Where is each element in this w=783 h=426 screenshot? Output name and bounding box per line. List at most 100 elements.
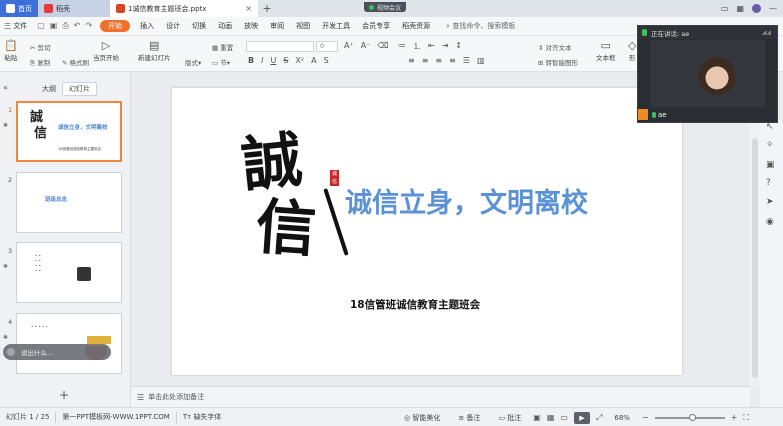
- location-icon[interactable]: ◉: [766, 217, 774, 227]
- sorter-view-icon[interactable]: ▦: [547, 413, 555, 422]
- save-icon[interactable]: ▣: [50, 21, 58, 31]
- align-center-icon[interactable]: ≡: [422, 56, 429, 65]
- font-name-select[interactable]: [246, 41, 314, 52]
- menu-design[interactable]: 设计: [160, 21, 186, 31]
- tab-home[interactable]: 首页: [0, 0, 38, 17]
- menu-animation[interactable]: 动画: [212, 21, 238, 31]
- cut-button[interactable]: ✂ 剪切: [30, 42, 51, 52]
- shape-button[interactable]: ◇ 形: [628, 39, 636, 62]
- comments-toggle[interactable]: ▭ 批注: [492, 413, 527, 423]
- file-menu[interactable]: 三 文件: [0, 21, 33, 31]
- window-layout-icon[interactable]: ▭: [721, 4, 729, 13]
- menu-view[interactable]: 视图: [290, 21, 316, 31]
- zoom-slider-handle[interactable]: [688, 413, 696, 421]
- normal-view-icon[interactable]: ▣: [533, 413, 541, 422]
- minus-icon[interactable]: −: [642, 413, 649, 422]
- menu-docer-resources[interactable]: 稻壳资源: [396, 21, 436, 31]
- undo-icon[interactable]: ↶: [74, 21, 81, 31]
- shrink-font-icon[interactable]: A⁻: [361, 41, 371, 50]
- slide-canvas[interactable]: 誠 信 诚信 诚信立身，文明离校 18信管班诚信教育主题班会: [172, 88, 682, 375]
- missing-font-button[interactable]: Tт 缺失字体: [177, 412, 228, 422]
- strikethrough-icon[interactable]: S: [283, 56, 288, 65]
- slide-thumbnail[interactable]: • • • • • • • •: [16, 242, 122, 303]
- columns-icon[interactable]: ▥: [477, 56, 485, 65]
- menu-developer[interactable]: 开发工具: [316, 21, 356, 31]
- cursor-icon[interactable]: ↖: [766, 122, 774, 132]
- slides-icon[interactable]: ▣: [766, 160, 775, 170]
- menu-insert[interactable]: 插入: [134, 21, 160, 31]
- font-color-icon[interactable]: A: [311, 56, 316, 65]
- slide-number: 3: [8, 247, 13, 255]
- format-painter-button[interactable]: ✎ 格式刷: [62, 57, 89, 67]
- speaker-hint-bubble[interactable]: 说出什么...: [3, 344, 111, 360]
- slide-title[interactable]: 诚信立身，文明离校: [345, 181, 588, 220]
- help-icon[interactable]: ?: [766, 178, 771, 188]
- plus-icon[interactable]: +: [731, 413, 738, 422]
- clear-format-icon[interactable]: ⌫: [377, 41, 388, 50]
- copy-button[interactable]: ⎘ 复制: [30, 57, 50, 68]
- shadow-icon[interactable]: S: [324, 56, 329, 65]
- tab-outline[interactable]: 大纲: [36, 83, 62, 95]
- notes-toggle[interactable]: ≡ 备注: [452, 413, 486, 423]
- menu-transition[interactable]: 切换: [186, 21, 212, 31]
- reading-view-icon[interactable]: ▭: [560, 413, 568, 422]
- grow-font-icon[interactable]: A⁺: [344, 41, 354, 50]
- fullscreen-icon[interactable]: ⛶: [743, 413, 749, 423]
- distribute-icon[interactable]: ☰: [463, 56, 470, 65]
- play-from-current-button[interactable]: ▷ 当页开始: [93, 39, 119, 62]
- zoom-level[interactable]: 68%: [608, 414, 636, 422]
- tab-slides[interactable]: 幻灯片: [62, 82, 97, 96]
- print-icon[interactable]: ⎙: [62, 21, 68, 31]
- align-right-icon[interactable]: ≡: [435, 56, 442, 65]
- font-size-select[interactable]: 0: [316, 41, 338, 52]
- line-spacing-icon[interactable]: ↕: [455, 41, 462, 52]
- section-button[interactable]: ▭ 节▾: [212, 57, 230, 67]
- italic-icon[interactable]: I: [261, 56, 263, 65]
- play-icon[interactable]: ▶: [573, 411, 590, 424]
- convert-smartart-button[interactable]: ⊞ 转智能图形: [538, 57, 578, 67]
- command-search[interactable]: ⌕ 查找命令、搜索模板: [440, 21, 521, 31]
- grid-icon[interactable]: ▦: [736, 4, 744, 13]
- textbox-button[interactable]: ▭ 文本框: [596, 39, 616, 62]
- quick-access: ▢ ▣ ⎙ ↶ ↷: [33, 21, 96, 31]
- close-icon[interactable]: ×: [245, 4, 252, 13]
- user-avatar[interactable]: [752, 4, 761, 13]
- numbered-list-icon[interactable]: ⒈: [413, 41, 421, 52]
- indent-increase-icon[interactable]: ⇥: [442, 41, 449, 52]
- slide-thumbnail[interactable]: 班级总念: [16, 172, 122, 233]
- align-left-icon[interactable]: ≡: [408, 56, 415, 65]
- menu-slideshow[interactable]: 放映: [238, 21, 264, 31]
- pin-icon[interactable]: ✧: [766, 140, 774, 150]
- scrollbar-thumb[interactable]: [752, 138, 758, 378]
- align-text-button[interactable]: ⇕ 对齐文本: [538, 42, 572, 52]
- notes-bar[interactable]: ☰ 单击此处添加备注: [131, 386, 750, 407]
- tab-docer[interactable]: 稻壳: [38, 0, 110, 17]
- indent-decrease-icon[interactable]: ⇤: [428, 41, 435, 52]
- superscript-icon[interactable]: X²: [295, 56, 304, 65]
- slide-thumbnail[interactable]: 誠 信 诚信立身，文明离校 18信管班诚信教育主题班会: [16, 101, 122, 162]
- video-call-window[interactable]: 正在讲话: ae ◢◢ ae: [637, 25, 778, 123]
- justify-icon[interactable]: ≡: [449, 56, 456, 65]
- slide-subtitle[interactable]: 18信管班诚信教育主题班会: [350, 297, 480, 312]
- smart-beautify-button[interactable]: ◎ 智能美化: [398, 413, 446, 423]
- new-tab-button[interactable]: +: [258, 2, 276, 15]
- menu-member[interactable]: 会员专享: [356, 21, 396, 31]
- underline-icon[interactable]: U: [270, 56, 276, 65]
- send-icon[interactable]: ➤: [766, 197, 774, 207]
- meeting-indicator[interactable]: 视频会议: [364, 2, 407, 12]
- reset-button[interactable]: ▦ 重置: [212, 42, 233, 52]
- menu-review[interactable]: 审阅: [264, 21, 290, 31]
- tab-document[interactable]: 1诚信教育主题班会.pptx ×: [110, 0, 258, 17]
- paste-button[interactable]: 📋 粘贴: [4, 39, 18, 62]
- bullet-list-icon[interactable]: ≔: [398, 41, 406, 52]
- layout-button[interactable]: 版式▾: [185, 57, 201, 67]
- bold-icon[interactable]: B: [248, 56, 254, 65]
- fit-window-icon[interactable]: ⤢: [596, 413, 602, 423]
- add-slide-icon[interactable]: +: [59, 388, 69, 402]
- minimize-icon[interactable]: —: [769, 4, 777, 13]
- new-slide-button[interactable]: ▤ 新建幻灯片: [138, 39, 171, 62]
- redo-icon[interactable]: ↷: [85, 21, 92, 31]
- menu-start[interactable]: 开始: [100, 20, 131, 32]
- zoom-slider[interactable]: [654, 413, 725, 421]
- new-doc-icon[interactable]: ▢: [37, 21, 45, 31]
